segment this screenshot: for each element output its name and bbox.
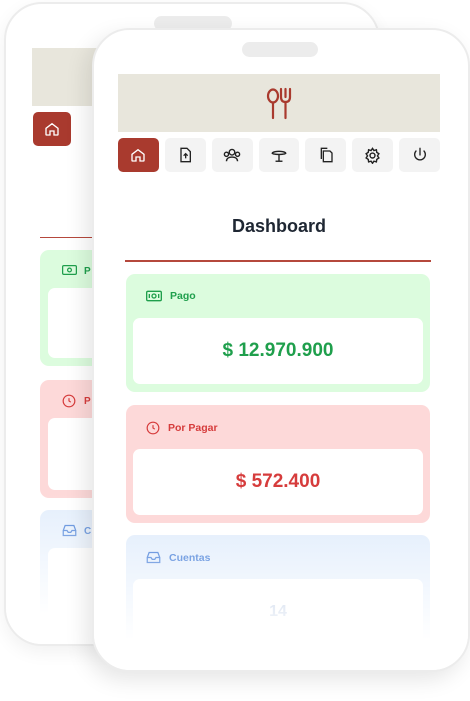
card-label: P bbox=[84, 396, 91, 407]
restaurant-logo-icon bbox=[266, 87, 292, 120]
nav-settings-button[interactable] bbox=[352, 138, 394, 172]
card-header: Cuentas bbox=[146, 551, 210, 564]
foreground-phone-mockup: Dashboard Pago $ 12.970.900 Por Pagar $ … bbox=[92, 28, 470, 672]
clock-icon bbox=[146, 421, 160, 435]
settings-icon bbox=[365, 146, 381, 164]
clock-icon bbox=[62, 394, 76, 408]
home-icon bbox=[45, 122, 59, 136]
phone-notch bbox=[242, 42, 318, 57]
paid-card: Pago $ 12.970.900 bbox=[126, 274, 430, 392]
cash-icon bbox=[146, 290, 162, 302]
card-label: C bbox=[84, 526, 92, 537]
due-card: Por Pagar $ 572.400 bbox=[126, 405, 430, 523]
home-icon bbox=[131, 148, 146, 162]
inbox-icon bbox=[146, 551, 161, 564]
card-label: P bbox=[84, 266, 91, 277]
upload-icon bbox=[180, 147, 192, 163]
card-header: Por Pagar bbox=[146, 421, 218, 435]
users-icon bbox=[223, 148, 241, 162]
inbox-icon bbox=[62, 524, 77, 537]
nav-users-button[interactable] bbox=[211, 138, 253, 172]
documents-icon bbox=[320, 147, 333, 163]
power-icon bbox=[413, 147, 426, 161]
due-amount: $ 572.400 bbox=[133, 449, 423, 515]
nav-home-button[interactable] bbox=[33, 112, 71, 146]
nav-bar bbox=[118, 138, 441, 172]
nav-logout-button[interactable] bbox=[399, 138, 441, 172]
nav-home-button[interactable] bbox=[118, 138, 159, 172]
serving-icon bbox=[271, 150, 287, 162]
header-banner bbox=[118, 74, 440, 132]
card-label: Cuentas bbox=[169, 551, 211, 564]
card-header: Pago bbox=[146, 290, 196, 302]
paid-amount: $ 12.970.900 bbox=[133, 318, 423, 384]
cash-icon bbox=[62, 265, 77, 275]
page-title: Dashboard bbox=[231, 216, 327, 236]
nav-serving-button[interactable] bbox=[258, 138, 300, 172]
title-divider bbox=[125, 260, 431, 262]
accounts-card: Cuentas 14 bbox=[126, 535, 430, 653]
card-label: Por Pagar bbox=[168, 422, 218, 434]
nav-upload-button[interactable] bbox=[164, 138, 206, 172]
nav-documents-button[interactable] bbox=[305, 138, 347, 172]
accounts-count: 14 bbox=[133, 579, 423, 645]
card-label: Pago bbox=[170, 290, 196, 302]
